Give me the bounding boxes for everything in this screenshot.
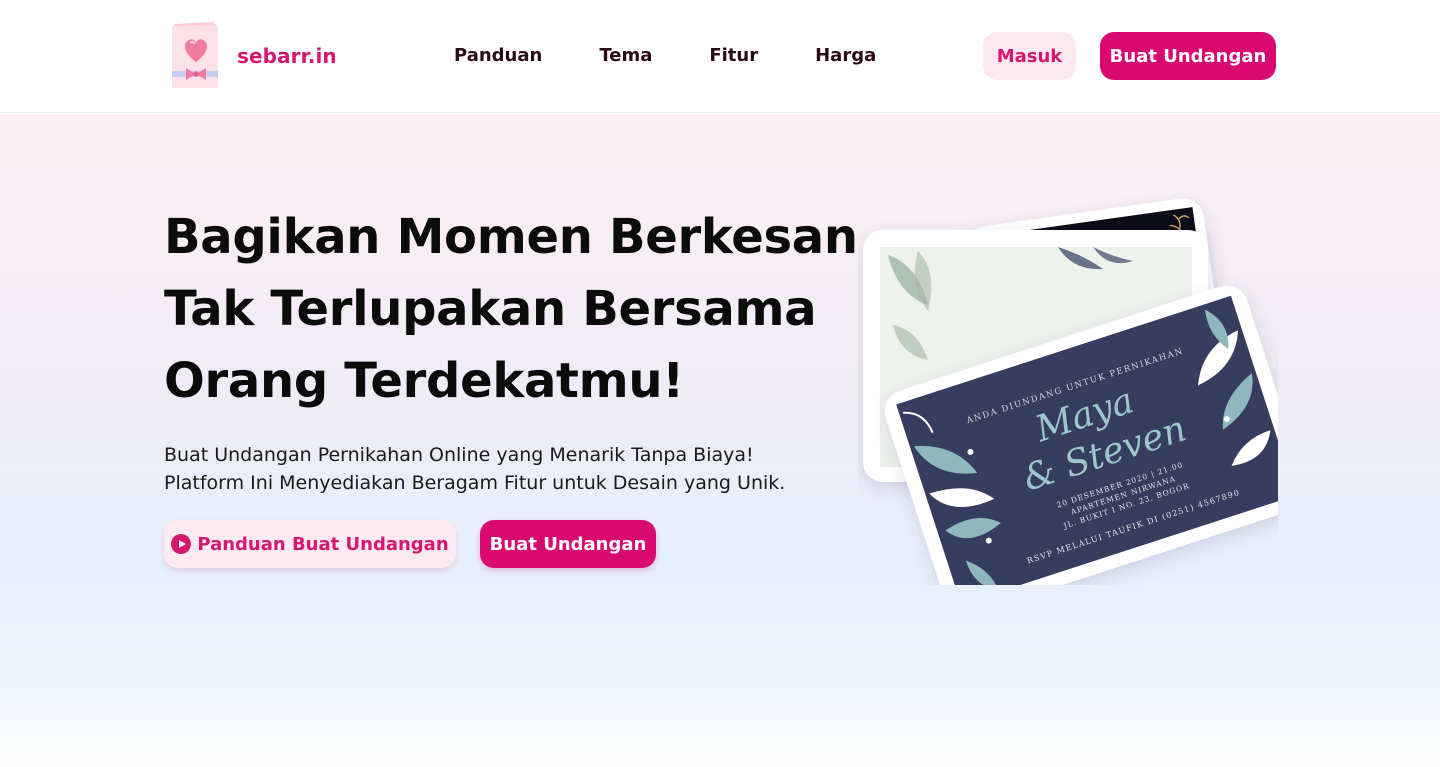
- login-button[interactable]: Masuk: [983, 32, 1076, 80]
- hero-title: Bagikan Momen Berkesan Tak Terlupakan Be…: [164, 201, 858, 417]
- hero-subtitle: Buat Undangan Pernikahan Online yang Men…: [164, 441, 864, 497]
- nav-item-panduan[interactable]: Panduan: [454, 44, 542, 68]
- hero-title-line: Bagikan Momen Berkesan: [164, 209, 858, 265]
- brand-logo[interactable]: sebarr.in: [170, 22, 337, 90]
- hero-title-line: Tak Terlupakan Bersama: [164, 281, 817, 337]
- hero-subtitle-line: Buat Undangan Pernikahan Online yang Men…: [164, 444, 754, 466]
- nav-item-fitur[interactable]: Fitur: [709, 44, 758, 68]
- brand-name: sebarr.in: [237, 44, 337, 68]
- nav-item-harga[interactable]: Harga: [815, 44, 876, 68]
- nav-item-tema[interactable]: Tema: [599, 44, 652, 68]
- main-nav: Panduan Tema Fitur Harga: [454, 44, 876, 68]
- guide-button[interactable]: Panduan Buat Undangan: [164, 520, 456, 568]
- hero-subtitle-line: Platform Ini Menyediakan Beragam Fitur u…: [164, 472, 786, 494]
- hero-title-line: Orang Terdekatmu!: [164, 353, 684, 409]
- invitation-illustration: ANDA DIUNDANG UNTUK PERNIKAHAN Maya & St…: [858, 185, 1278, 585]
- create-invitation-button-header[interactable]: Buat Undangan: [1100, 32, 1276, 80]
- invitation-cards-graphic: ANDA DIUNDANG UNTUK PERNIKAHAN Maya & St…: [863, 198, 1278, 585]
- top-navbar: sebarr.in Panduan Tema Fitur Harga Masuk…: [0, 0, 1440, 113]
- heart-card-icon: [172, 22, 218, 88]
- play-circle-icon: [171, 534, 192, 554]
- create-invitation-button-hero[interactable]: Buat Undangan: [480, 520, 656, 568]
- guide-button-label: Panduan Buat Undangan: [197, 533, 449, 555]
